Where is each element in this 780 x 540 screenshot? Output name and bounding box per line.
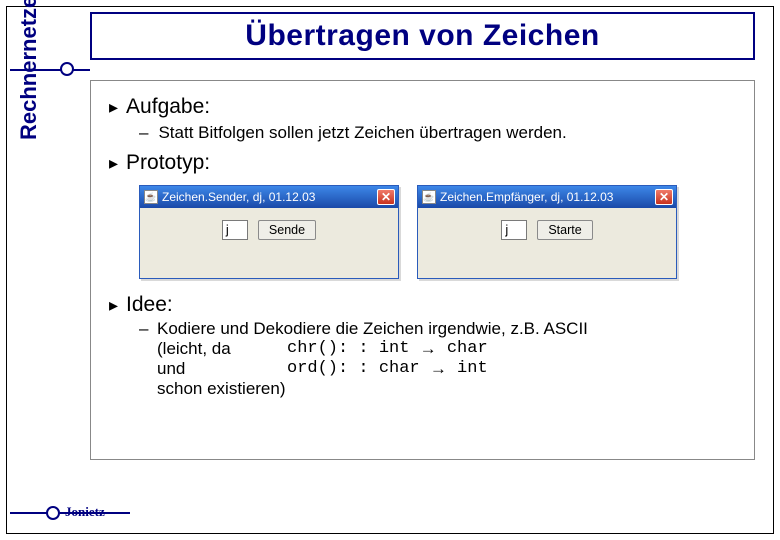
bullet-marker-icon: ▸ [109,151,118,175]
dash-icon: – [139,123,148,143]
footer-author: Jonietz [65,504,105,520]
window-body-sender: j Sende [140,208,398,278]
window-title-receiver: Zeichen.Empfänger, dj, 01.12.03 [440,190,655,204]
title-box: Übertragen von Zeichen [90,12,755,60]
window-sender: ☕ Zeichen.Sender, dj, 01.12.03 ✕ j Sende [139,185,399,279]
slide-title: Übertragen von Zeichen [245,19,599,53]
titlebar-receiver[interactable]: ☕ Zeichen.Empfänger, dj, 01.12.03 ✕ [418,186,676,208]
window-title-sender: Zeichen.Sender, dj, 01.12.03 [162,190,377,204]
idee-detail: – Kodiere und Dekodiere die Zeichen irge… [139,319,740,399]
bullet-idee: ▸ Idee: [109,293,740,317]
arrow-icon: → [430,359,447,379]
code-ord-int: int [457,359,488,379]
idee-leicht: (leicht, da [157,339,287,359]
bullet-aufgabe-detail: – Statt Bitfolgen sollen jetzt Zeichen ü… [139,123,740,143]
window-body-receiver: j Starte [418,208,676,278]
idee-tail: schon existieren) [157,379,286,399]
close-icon[interactable]: ✕ [655,189,673,205]
char-input-receiver[interactable]: j [501,220,527,240]
rail-node-top [60,62,74,76]
rail-line-top [10,69,90,71]
idee-line1: Kodiere und Dekodiere die Zeichen irgend… [157,319,588,339]
bullet-aufgabe-detail-text: Statt Bitfolgen sollen jetzt Zeichen übe… [158,123,566,143]
bullet-idee-label: Idee: [126,293,173,317]
code-chr-char: char [447,339,488,359]
idee-und: und [157,359,287,379]
window-icon: ☕ [144,190,158,204]
close-icon[interactable]: ✕ [377,189,395,205]
window-icon: ☕ [422,190,436,204]
bullet-marker-icon: ▸ [109,95,118,119]
window-receiver: ☕ Zeichen.Empfänger, dj, 01.12.03 ✕ j St… [417,185,677,279]
bullet-prototyp: ▸ Prototyp: [109,151,740,175]
prototype-row: ☕ Zeichen.Sender, dj, 01.12.03 ✕ j Sende… [139,185,740,279]
send-button[interactable]: Sende [258,220,316,240]
side-label-text: Rechnernetze [16,100,42,140]
titlebar-sender[interactable]: ☕ Zeichen.Sender, dj, 01.12.03 ✕ [140,186,398,208]
idee-block: ▸ Idee: – Kodiere und Dekodiere die Zeic… [105,289,740,399]
char-input-sender[interactable]: j [222,220,248,240]
bullet-aufgabe-label: Aufgabe: [126,95,210,119]
arrow-icon: → [420,339,437,359]
code-chr-int: : int [358,339,409,359]
code-chr: chr() [287,339,338,359]
side-label: Rechnernetze [18,30,58,250]
start-button[interactable]: Starte [537,220,592,240]
code-ord: ord() [287,359,338,379]
dash-icon: – [139,319,157,339]
code-chr-sig [348,339,358,359]
bullet-marker-icon: ▸ [109,293,118,317]
code-ord-colon: : [338,359,348,379]
code-chr-colon: : [338,339,348,359]
rail-node-bottom [46,506,60,520]
code-ord-char: : char [358,359,419,379]
bullet-aufgabe: ▸ Aufgabe: [109,95,740,119]
content-box: ▸ Aufgabe: – Statt Bitfolgen sollen jetz… [90,80,755,460]
bullet-prototyp-label: Prototyp: [126,151,210,175]
